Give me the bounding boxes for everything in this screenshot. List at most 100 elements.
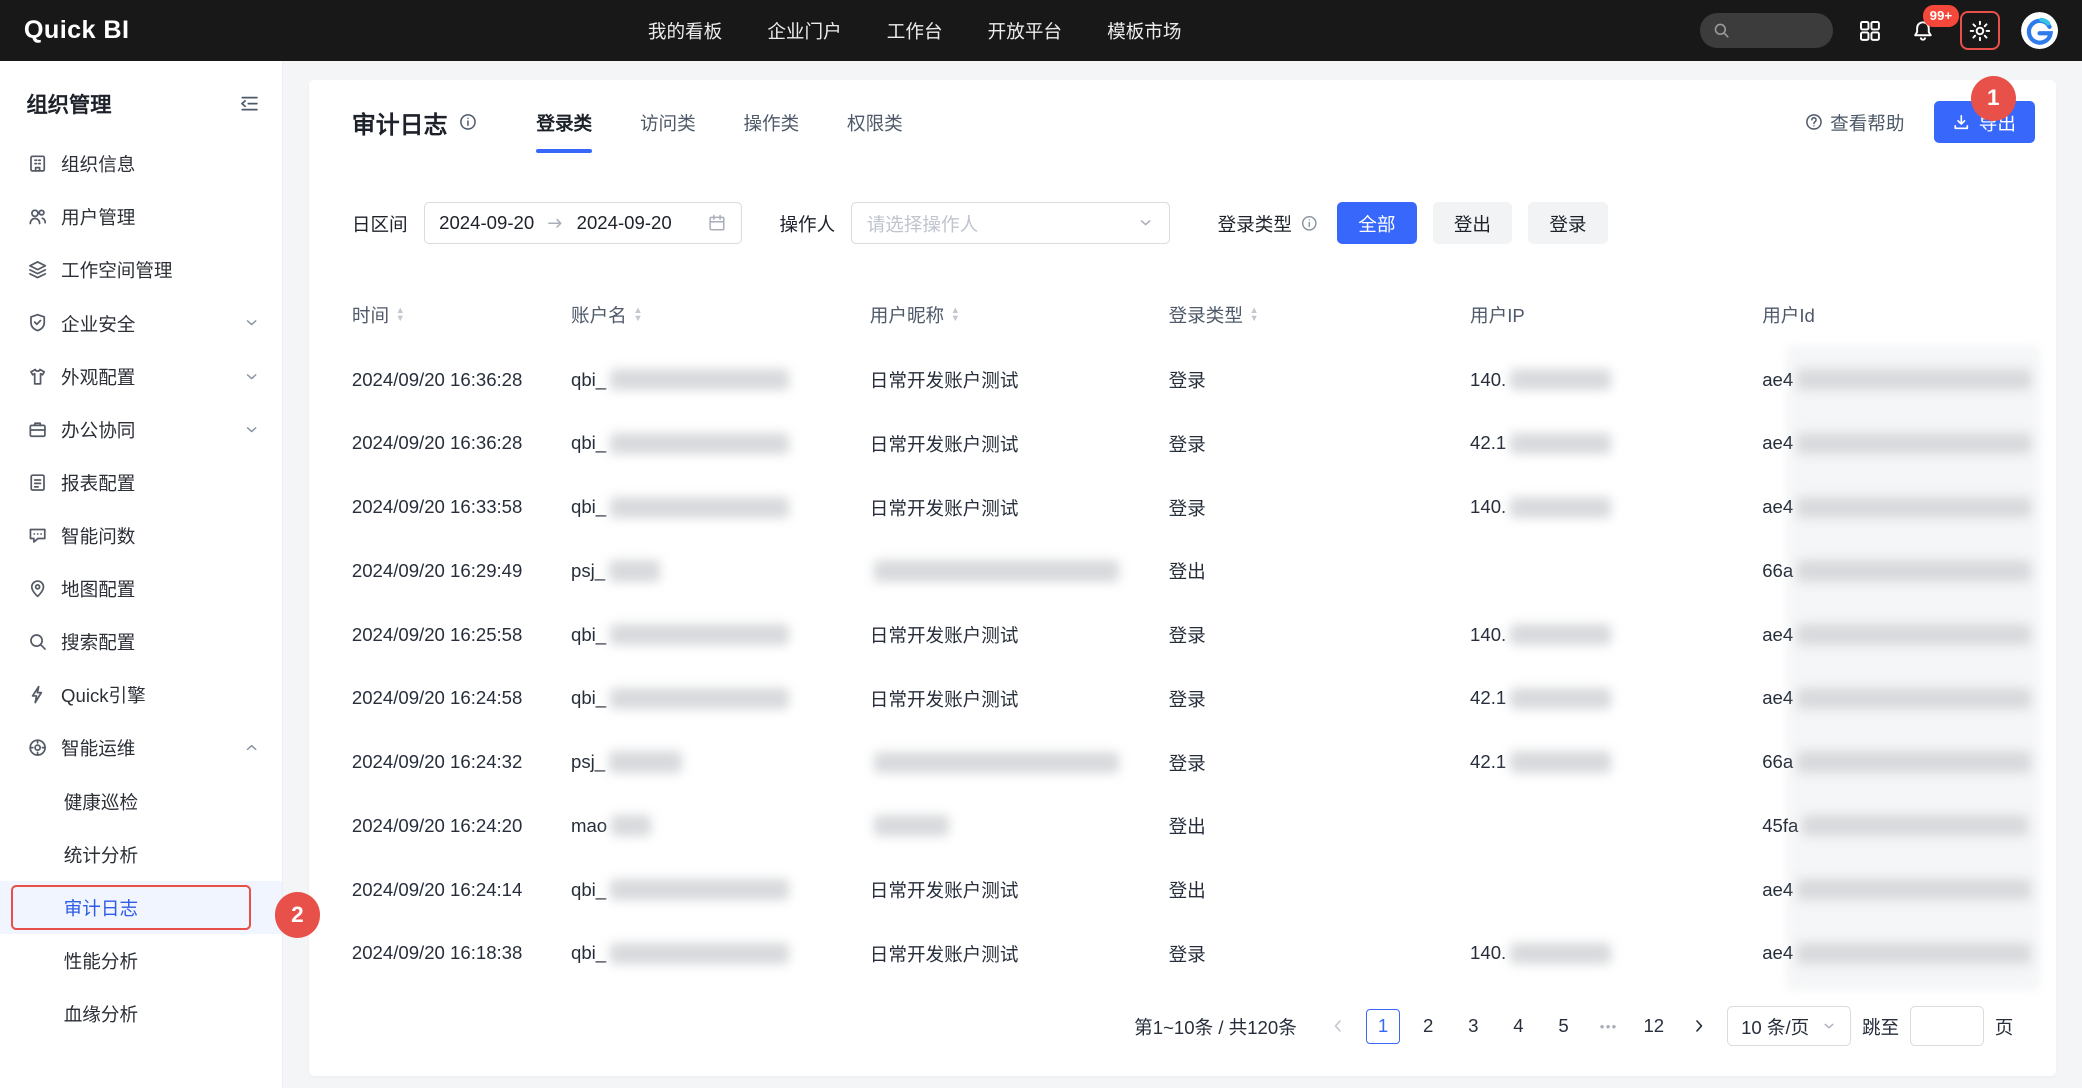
help-link[interactable]: 查看帮助: [1804, 109, 1905, 136]
global-search-input[interactable]: [1700, 13, 1833, 48]
sidebar-item-quick-engine[interactable]: Quick引擎: [0, 668, 282, 721]
cell-user-id: ae4: [1762, 624, 2031, 646]
sidebar-subitem-health-check[interactable]: 健康巡检: [0, 775, 282, 828]
sidebar-item-search-config[interactable]: 搜索配置: [0, 615, 282, 668]
topnav-item[interactable]: 我的看板: [648, 17, 722, 44]
page-button-2[interactable]: 2: [1411, 1009, 1446, 1044]
page-button-12[interactable]: 12: [1637, 1009, 1672, 1044]
sidebar-subitem-lineage-analysis[interactable]: 血缘分析: [0, 987, 282, 1040]
sidebar-item-enterprise-security[interactable]: 企业安全: [0, 297, 282, 350]
topnav-item[interactable]: 工作台: [887, 17, 943, 44]
cell-time: 2024/09/20 16:36:28: [352, 432, 571, 454]
date-start-value[interactable]: 2024-09-20: [439, 212, 534, 234]
login-type-option-all[interactable]: 全部: [1337, 202, 1417, 244]
brand-avatar[interactable]: [2021, 12, 2058, 49]
cell-user-id: ae4: [1762, 432, 2031, 454]
column-header-nickname[interactable]: 用户昵称▲▼: [870, 301, 1169, 328]
page-button-1[interactable]: 1: [1366, 1009, 1401, 1044]
column-header-ip: 用户IP: [1470, 301, 1762, 328]
sidebar-item-appearance-config[interactable]: 外观配置: [0, 350, 282, 403]
page-size-select[interactable]: 10 条/页: [1727, 1006, 1852, 1046]
sidebar-subitem-label: 统计分析: [64, 841, 138, 868]
column-header-time[interactable]: 时间▲▼: [352, 301, 571, 328]
collapse-sidebar-icon[interactable]: [239, 93, 260, 114]
login-type-info-icon[interactable]: [1300, 214, 1319, 233]
notifications-bell-icon[interactable]: 99+: [1907, 15, 1939, 47]
sort-icons[interactable]: ▲▼: [1250, 307, 1259, 322]
date-end-value[interactable]: 2024-09-20: [577, 212, 672, 234]
page-button-4[interactable]: 4: [1501, 1009, 1536, 1044]
cell-account: psj_: [571, 560, 870, 582]
tab-operation[interactable]: 操作类: [743, 80, 799, 165]
sidebar-subitem-stats-analysis[interactable]: 统计分析: [0, 828, 282, 881]
redacted-blur: [1797, 560, 2031, 581]
sidebar-subitem-audit-log[interactable]: 审计日志: [0, 881, 282, 934]
redacted-blur: [610, 943, 789, 964]
prev-page-button[interactable]: [1321, 1009, 1356, 1044]
redacted-blur: [1797, 688, 2031, 709]
topnav-item[interactable]: 企业门户: [767, 17, 841, 44]
apps-grid-icon[interactable]: [1854, 15, 1886, 47]
sidebar-item-smart-ops[interactable]: 智能运维: [0, 721, 282, 774]
sort-icons[interactable]: ▲▼: [633, 307, 642, 322]
column-header-account[interactable]: 账户名▲▼: [571, 301, 870, 328]
sort-icons[interactable]: ▲▼: [951, 307, 960, 322]
tab-login[interactable]: 登录类: [536, 80, 592, 165]
redacted-blur: [610, 624, 789, 645]
cell-nickname: 日常开发账户测试: [870, 366, 1169, 393]
redacted-blur: [1797, 624, 2031, 645]
cell-user-id: ae4: [1762, 369, 2031, 391]
settings-gear-icon[interactable]: [1960, 11, 2000, 51]
cell-nickname: 日常开发账户测试: [870, 876, 1169, 903]
sidebar-item-smart-qa[interactable]: 智能问数: [0, 509, 282, 562]
pagination-ellipsis[interactable]: •••: [1591, 1009, 1626, 1044]
table-row: 2024/09/20 16:25:58qbi_日常开发账户测试登录140.ae4: [352, 603, 2013, 667]
page-button-5[interactable]: 5: [1546, 1009, 1581, 1044]
login-type-option-logout[interactable]: 登出: [1433, 202, 1513, 244]
sidebar-item-workspace-management[interactable]: 工作空间管理: [0, 243, 282, 296]
page-button-3[interactable]: 3: [1456, 1009, 1491, 1044]
tab-permission[interactable]: 权限类: [847, 80, 903, 165]
cell-text: ae4: [1762, 624, 1793, 646]
page-number-list: 12345•••12: [1366, 1009, 1671, 1044]
cell-text: 140.: [1470, 496, 1506, 518]
topnav-item[interactable]: 模板市场: [1107, 17, 1181, 44]
topnav-item[interactable]: 开放平台: [988, 17, 1062, 44]
sidebar-item-label: 外观配置: [61, 363, 135, 390]
cell-time: 2024/09/20 16:24:58: [352, 687, 571, 709]
redacted-blur: [1510, 624, 1611, 645]
login-type-option-login[interactable]: 登录: [1528, 202, 1608, 244]
sidebar-item-user-management[interactable]: 用户管理: [0, 190, 282, 243]
sidebar-subitem-performance-analysis[interactable]: 性能分析: [0, 934, 282, 987]
sidebar-item-report-config[interactable]: 报表配置: [0, 456, 282, 509]
operator-placeholder: 请选择操作人: [867, 210, 978, 237]
sidebar-item-map-config[interactable]: 地图配置: [0, 562, 282, 615]
jump-page-input[interactable]: [1910, 1006, 1984, 1046]
sort-icons[interactable]: ▲▼: [396, 307, 405, 322]
operator-select[interactable]: 请选择操作人: [851, 202, 1170, 244]
cell-time: 2024/09/20 16:36:28: [352, 369, 571, 391]
cell-text: 42.1: [1470, 751, 1506, 773]
cell-time: 2024/09/20 16:25:58: [352, 624, 571, 646]
sidebar-item-office-collaboration[interactable]: 办公协同: [0, 403, 282, 456]
cell-text: ae4: [1762, 879, 1793, 901]
cell-text: ae4: [1762, 432, 1793, 454]
title-info-icon[interactable]: [458, 112, 478, 132]
column-header-login-type[interactable]: 登录类型▲▼: [1169, 301, 1470, 328]
sidebar-item-org-info[interactable]: 组织信息: [0, 137, 282, 190]
tab-visit[interactable]: 访问类: [640, 80, 696, 165]
cell-login-type: 登录: [1169, 621, 1470, 648]
date-range-picker[interactable]: 2024-09-20 2024-09-20: [424, 202, 743, 244]
page-size-value: 10 条/页: [1741, 1013, 1809, 1040]
cell-account: qbi_: [571, 942, 870, 964]
quick-bi-app: Quick BI 我的看板企业门户工作台开放平台模板市场 99+ 组织管理: [0, 0, 2082, 1088]
cell-login-type: 登出: [1169, 876, 1470, 903]
calendar-icon: [707, 213, 727, 233]
topbar-actions: 99+: [1700, 11, 2058, 51]
cell-ip: 42.1: [1470, 751, 1762, 773]
sidebar-item-label: 办公协同: [61, 416, 135, 443]
cell-text: qbi_: [571, 369, 606, 391]
redacted-blur: [1510, 751, 1611, 772]
next-page-button[interactable]: [1682, 1009, 1717, 1044]
app-logo[interactable]: Quick BI: [24, 16, 130, 45]
